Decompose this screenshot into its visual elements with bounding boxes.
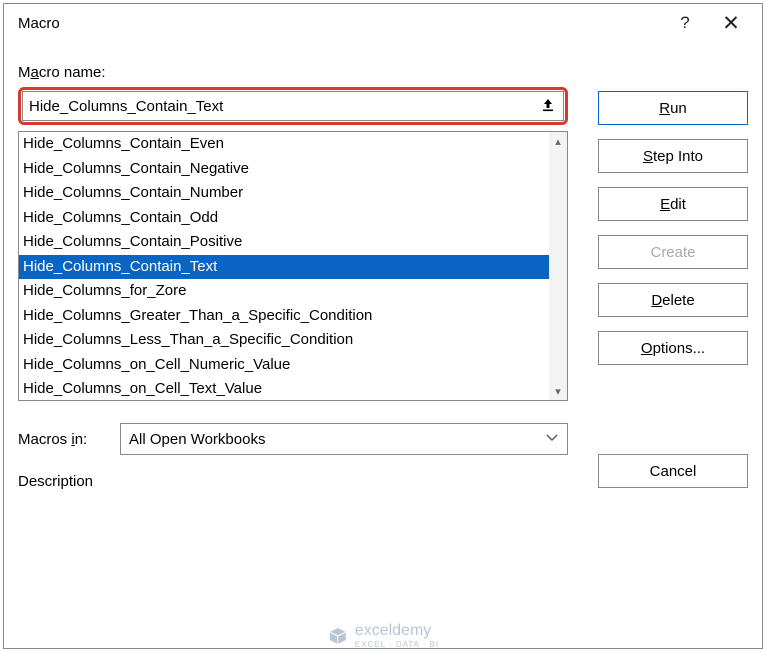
macros-in-select[interactable]: All Open Workbooks: [120, 423, 568, 455]
run-button[interactable]: Run: [598, 91, 748, 125]
scrollbar[interactable]: ▴ ▾: [549, 132, 567, 400]
macro-name-label: Macro name:: [18, 64, 748, 81]
brand-text: exceldemy: [355, 622, 431, 639]
dialog-body: Macro name: Hide_Columns_Contain_EvenHid…: [4, 42, 762, 502]
macro-name-input-highlight: [18, 87, 568, 125]
list-item[interactable]: Hide_Columns_on_Cell_Numeric_Value: [19, 353, 549, 378]
macro-list-inner[interactable]: Hide_Columns_Contain_EvenHide_Columns_Co…: [19, 132, 549, 400]
list-item[interactable]: Hide_Columns_for_Zore: [19, 279, 549, 304]
list-item[interactable]: Hide_Columns_Contain_Odd: [19, 206, 549, 231]
goto-reference-button[interactable]: [537, 94, 559, 116]
macros-in-value: All Open Workbooks: [129, 431, 265, 448]
list-item[interactable]: Hide_Columns_Contain_Positive: [19, 230, 549, 255]
cancel-wrap: Cancel: [598, 454, 748, 488]
list-item[interactable]: Hide_Columns_Greater_Than_a_Specific_Con…: [19, 304, 549, 329]
brand-tagline: EXCEL · DATA · BI: [355, 640, 439, 649]
description-label: Description: [18, 473, 568, 490]
list-item[interactable]: Hide_Columns_Contain_Text: [19, 255, 549, 280]
macro-list: Hide_Columns_Contain_EvenHide_Columns_Co…: [18, 131, 568, 401]
upload-icon: [540, 97, 556, 113]
left-column: Hide_Columns_Contain_EvenHide_Columns_Co…: [18, 87, 568, 490]
macros-in-label: Macros in:: [18, 431, 106, 448]
step-into-button[interactable]: Step Into: [598, 139, 748, 173]
list-item[interactable]: Hide_Columns_Less_Than_a_Specific_Condit…: [19, 328, 549, 353]
create-button: Create: [598, 235, 748, 269]
help-button[interactable]: ?: [662, 7, 708, 39]
scroll-up-icon[interactable]: ▴: [549, 132, 567, 150]
macro-dialog: Macro ? ✕ Macro name: Hide_: [3, 3, 763, 649]
dialog-title: Macro: [18, 15, 662, 32]
macro-name-input[interactable]: [22, 91, 564, 121]
list-item[interactable]: Hide_Columns_on_Cell_Text_Value: [19, 377, 549, 400]
list-item[interactable]: Hide_Columns_Contain_Even: [19, 132, 549, 157]
edit-button[interactable]: Edit: [598, 187, 748, 221]
list-item[interactable]: Hide_Columns_Contain_Negative: [19, 157, 549, 182]
close-button[interactable]: ✕: [708, 7, 754, 39]
watermark: exceldemy EXCEL · DATA · BI: [327, 622, 439, 649]
delete-button[interactable]: Delete: [598, 283, 748, 317]
macros-in-row: Macros in: All Open Workbooks: [18, 423, 568, 455]
titlebar: Macro ? ✕: [4, 4, 762, 42]
right-column: Run Step Into Edit Create Delete Options…: [598, 87, 748, 490]
brand-icon: [327, 625, 349, 647]
chevron-down-icon: [545, 431, 559, 449]
options-button[interactable]: Options...: [598, 331, 748, 365]
cancel-button[interactable]: Cancel: [598, 454, 748, 488]
scroll-down-icon[interactable]: ▾: [549, 382, 567, 400]
list-item[interactable]: Hide_Columns_Contain_Number: [19, 181, 549, 206]
content-columns: Hide_Columns_Contain_EvenHide_Columns_Co…: [18, 87, 748, 490]
